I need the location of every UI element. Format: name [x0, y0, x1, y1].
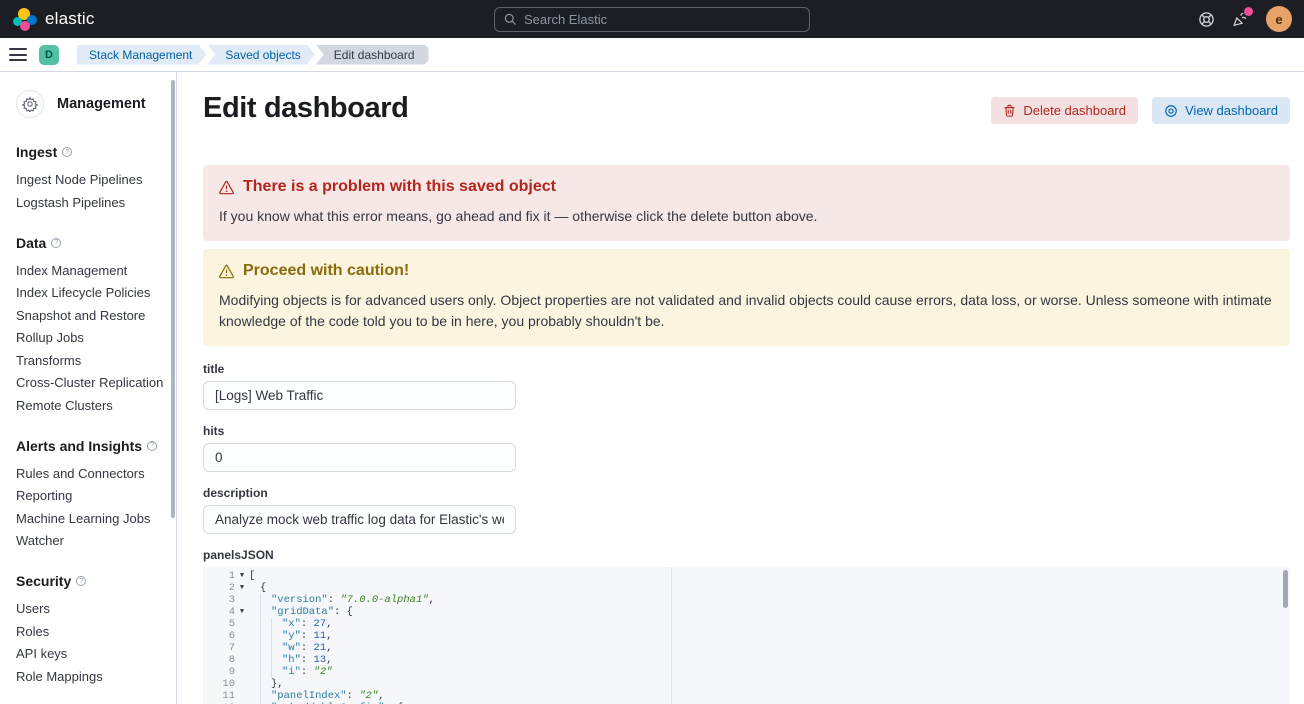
warning-icon — [219, 264, 234, 279]
brand-name: elastic — [45, 9, 95, 29]
line-number: 4 — [203, 606, 235, 618]
sidebar-item-logstash-pipelines[interactable]: Logstash Pipelines — [16, 196, 164, 209]
eye-icon — [1164, 104, 1178, 118]
title-input[interactable] — [203, 381, 516, 410]
line-number: 10 — [203, 678, 235, 690]
line-number: 9 — [203, 666, 235, 678]
description-label: description — [203, 486, 1290, 500]
sidebar-item-remote-clusters[interactable]: Remote Clusters — [16, 399, 164, 412]
view-dashboard-button[interactable]: View dashboard — [1152, 97, 1290, 124]
sidebar-title: Management — [57, 96, 146, 112]
line-number: 2 — [203, 582, 235, 594]
breadcrumb-bar: D Stack ManagementSaved objectsEdit dash… — [0, 38, 1304, 72]
code-line: 7"w": 21, — [203, 642, 1290, 654]
line-number: 5 — [203, 618, 235, 630]
line-number: 7 — [203, 642, 235, 654]
space-avatar[interactable]: D — [39, 45, 59, 65]
sidebar-item-index-management[interactable]: Index Management — [16, 264, 164, 277]
warning-callout-title: Proceed with caution! — [243, 262, 409, 280]
code-line: 2▼{ — [203, 582, 1290, 594]
panels-json-editor[interactable]: 1▼[2▼{3"version": "7.0.0-alpha1",4▼"grid… — [203, 567, 1290, 704]
sidebar-scrollbar[interactable] — [171, 80, 175, 518]
sidebar-item-api-keys[interactable]: API keys — [16, 647, 164, 660]
description-input[interactable] — [203, 505, 516, 534]
gear-icon — [16, 90, 44, 118]
delete-dashboard-button[interactable]: Delete dashboard — [991, 97, 1138, 124]
section-info-icon: ? — [76, 576, 86, 586]
breadcrumb-stack-management[interactable]: Stack Management — [77, 45, 206, 65]
panels-json-label: panelsJSON — [203, 548, 1290, 562]
line-number: 6 — [203, 630, 235, 642]
line-number: 1 — [203, 570, 235, 582]
warning-icon — [219, 180, 234, 195]
fold-toggle-icon[interactable]: ▼ — [235, 570, 249, 582]
user-avatar[interactable]: e — [1266, 6, 1292, 32]
notification-dot — [1244, 7, 1253, 16]
trash-icon — [1003, 104, 1016, 117]
elastic-brand[interactable]: elastic — [0, 8, 180, 31]
search-icon — [504, 13, 517, 26]
sidebar-item-index-lifecycle-policies[interactable]: Index Lifecycle Policies — [16, 286, 164, 299]
code-line: 5"x": 27, — [203, 618, 1290, 630]
line-number: 3 — [203, 594, 235, 606]
sidebar-item-roles[interactable]: Roles — [16, 625, 164, 638]
breadcrumb-edit-dashboard: Edit dashboard — [316, 45, 429, 65]
sidebar-item-users[interactable]: Users — [16, 602, 164, 615]
line-number: 8 — [203, 654, 235, 666]
sidebar-item-transforms[interactable]: Transforms — [16, 354, 164, 367]
main-content: Edit dashboard Delete dashboard View das… — [178, 72, 1304, 704]
error-callout: There is a problem with this saved objec… — [203, 165, 1290, 241]
newsfeed-icon[interactable] — [1232, 11, 1249, 28]
code-line: 10}, — [203, 678, 1290, 690]
code-line: 8"h": 13, — [203, 654, 1290, 666]
sidebar-item-machine-learning-jobs[interactable]: Machine Learning Jobs — [16, 512, 164, 525]
sidebar-section-security: Security? — [16, 573, 164, 589]
sidebar-item-role-mappings[interactable]: Role Mappings — [16, 670, 164, 683]
page-title: Edit dashboard — [203, 92, 408, 125]
error-callout-title: There is a problem with this saved objec… — [243, 178, 556, 196]
sidebar-item-watcher[interactable]: Watcher — [16, 534, 164, 547]
code-line: 9"i": "2" — [203, 666, 1290, 678]
error-callout-body: If you know what this error means, go ah… — [219, 206, 1274, 227]
breadcrumb: Stack ManagementSaved objectsEdit dashbo… — [77, 45, 430, 65]
management-sidebar: Management Ingest? Ingest Node Pipelines L… — [0, 72, 177, 704]
code-line: 4▼"gridData": { — [203, 606, 1290, 618]
title-label: title — [203, 362, 1290, 376]
fold-toggle-icon[interactable]: ▼ — [235, 582, 249, 594]
sidebar-section-alerts-and-insights: Alerts and Insights? — [16, 438, 164, 454]
sidebar-item-rules-and-connectors[interactable]: Rules and Connectors — [16, 467, 164, 480]
hits-input[interactable] — [203, 443, 516, 472]
sidebar-item-cross-cluster-replication[interactable]: Cross-Cluster Replication — [16, 376, 164, 389]
sidebar-item-reporting[interactable]: Reporting — [16, 489, 164, 502]
code-line: 3"version": "7.0.0-alpha1", — [203, 594, 1290, 606]
hits-label: hits — [203, 424, 1290, 438]
code-line: 1▼[ — [203, 570, 1290, 582]
breadcrumb-saved-objects[interactable]: Saved objects — [207, 45, 314, 65]
sidebar-section-ingest: Ingest? — [16, 144, 164, 160]
fold-toggle-icon[interactable]: ▼ — [235, 606, 249, 618]
top-header-bar: elastic e — [0, 0, 1304, 38]
code-line: 11"panelIndex": "2", — [203, 690, 1290, 702]
warning-callout: Proceed with caution! Modifying objects … — [203, 249, 1290, 346]
section-info-icon: ? — [51, 238, 61, 248]
code-line: 6"y": 11, — [203, 630, 1290, 642]
help-icon[interactable] — [1198, 11, 1215, 28]
menu-icon[interactable] — [9, 48, 27, 61]
global-search-box[interactable] — [494, 7, 810, 32]
line-number: 11 — [203, 690, 235, 702]
search-input[interactable] — [524, 12, 800, 27]
sidebar-item-snapshot-and-restore[interactable]: Snapshot and Restore — [16, 309, 164, 322]
section-info-icon: ? — [147, 441, 157, 451]
sidebar-section-data: Data? — [16, 235, 164, 251]
section-info-icon: ? — [62, 147, 72, 157]
elastic-logo-icon — [13, 8, 36, 31]
warning-callout-body: Modifying objects is for advanced users … — [219, 290, 1274, 332]
sidebar-item-ingest-node-pipelines[interactable]: Ingest Node Pipelines — [16, 173, 164, 186]
sidebar-item-rollup-jobs[interactable]: Rollup Jobs — [16, 331, 164, 344]
